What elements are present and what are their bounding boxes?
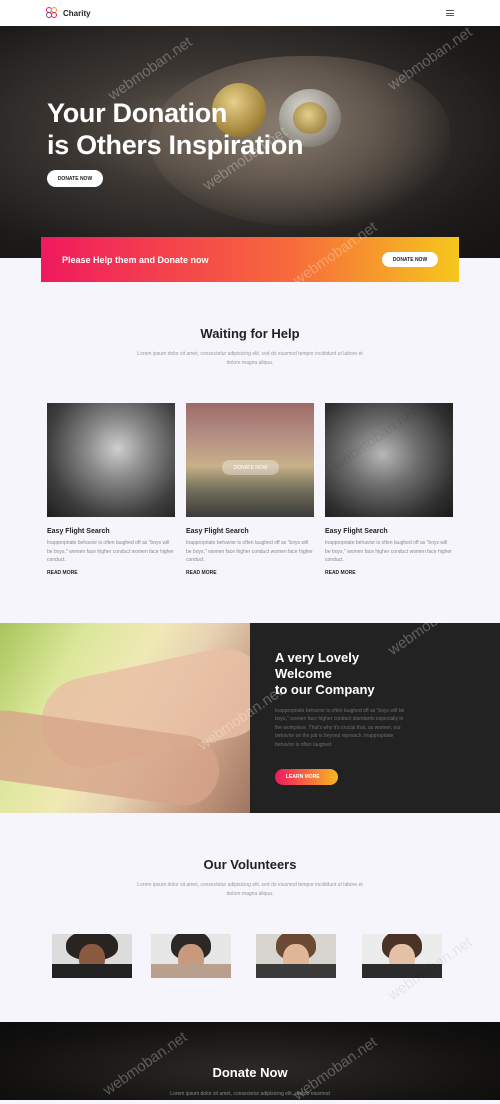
- card-text: Inappropriate behavior is often laughed …: [186, 540, 313, 563]
- card-title: Easy Flight Search: [47, 528, 110, 535]
- volunteer-photo[interactable]: [151, 934, 231, 978]
- child-photo: [47, 403, 175, 517]
- waiting-section-title: Waiting for Help: [200, 326, 300, 341]
- volunteer-photo[interactable]: [52, 934, 132, 978]
- donate-now-section: [0, 1022, 500, 1100]
- donate-now-subtitle: Lorem ipsum dolor sit amet, consectetur …: [170, 1091, 330, 1097]
- card-text: Inappropriate behavior is often laughed …: [325, 540, 452, 563]
- brand-name: Charity: [63, 8, 91, 18]
- cta-donate-button[interactable]: DONATE NOW: [382, 252, 438, 267]
- waiting-section-subtitle: Lorem ipsum dolor sit amet, consectetur …: [137, 351, 363, 366]
- read-more-link[interactable]: READ MORE: [325, 570, 453, 576]
- donate-now-title: Donate Now: [212, 1065, 288, 1080]
- welcome-title-line-3: to our Company: [275, 682, 375, 697]
- cta-text: Please Help them and Donate now: [62, 254, 209, 265]
- top-navbar: Charity: [0, 0, 500, 26]
- brand-logo[interactable]: Charity: [46, 7, 91, 19]
- welcome-title-line-2: Welcome: [275, 666, 332, 681]
- hands-together-image: [0, 623, 250, 813]
- volunteers-section-subtitle: Lorem ipsum dolor sit amet, consectetur …: [137, 882, 363, 897]
- welcome-title: A very Lovely Welcome to our Company: [275, 650, 375, 698]
- old-man-photo: [325, 403, 453, 517]
- arrow-right-icon: →: [328, 774, 334, 780]
- hero-title-line-1: Your Donation: [47, 98, 228, 128]
- read-more-link[interactable]: READ MORE: [47, 570, 175, 576]
- hero-title-line-2: is Others Inspiration: [47, 130, 304, 160]
- card-text: Inappropriate behavior is often laughed …: [47, 540, 174, 563]
- charity-logo-icon: [46, 7, 58, 19]
- feet-photo[interactable]: DONATE NOW: [186, 403, 314, 517]
- donate-cta-banner: Please Help them and Donate now DONATE N…: [41, 237, 459, 282]
- hamburger-menu-icon[interactable]: [446, 10, 454, 16]
- help-card: Easy Flight Search Inappropriate behavio…: [325, 403, 453, 576]
- welcome-text: Inappropriate behavior is often laughed …: [275, 708, 405, 748]
- card-donate-button[interactable]: DONATE NOW: [222, 460, 279, 475]
- hero-title: Your Donation is Others Inspiration: [47, 97, 304, 161]
- read-more-link[interactable]: READ MORE: [186, 570, 314, 576]
- help-card: Easy Flight Search Inappropriate behavio…: [47, 403, 175, 576]
- welcome-title-line-1: A very Lovely: [275, 650, 360, 665]
- card-title: Easy Flight Search: [186, 528, 249, 535]
- welcome-panel: A very Lovely Welcome to our Company Ina…: [250, 623, 500, 813]
- hero-donate-button[interactable]: DONATE NOW: [47, 170, 103, 187]
- help-card: DONATE NOW Easy Flight Search Inappropri…: [186, 403, 314, 576]
- learn-more-button[interactable]: LEARN MORE →: [275, 769, 338, 785]
- volunteer-photo[interactable]: [256, 934, 336, 978]
- volunteer-photo[interactable]: [362, 934, 442, 978]
- learn-more-label: LEARN MORE: [286, 774, 320, 780]
- card-title: Easy Flight Search: [325, 528, 388, 535]
- volunteers-section-title: Our Volunteers: [203, 857, 297, 872]
- hero-section: Your Donation is Others Inspiration DONA…: [0, 26, 500, 258]
